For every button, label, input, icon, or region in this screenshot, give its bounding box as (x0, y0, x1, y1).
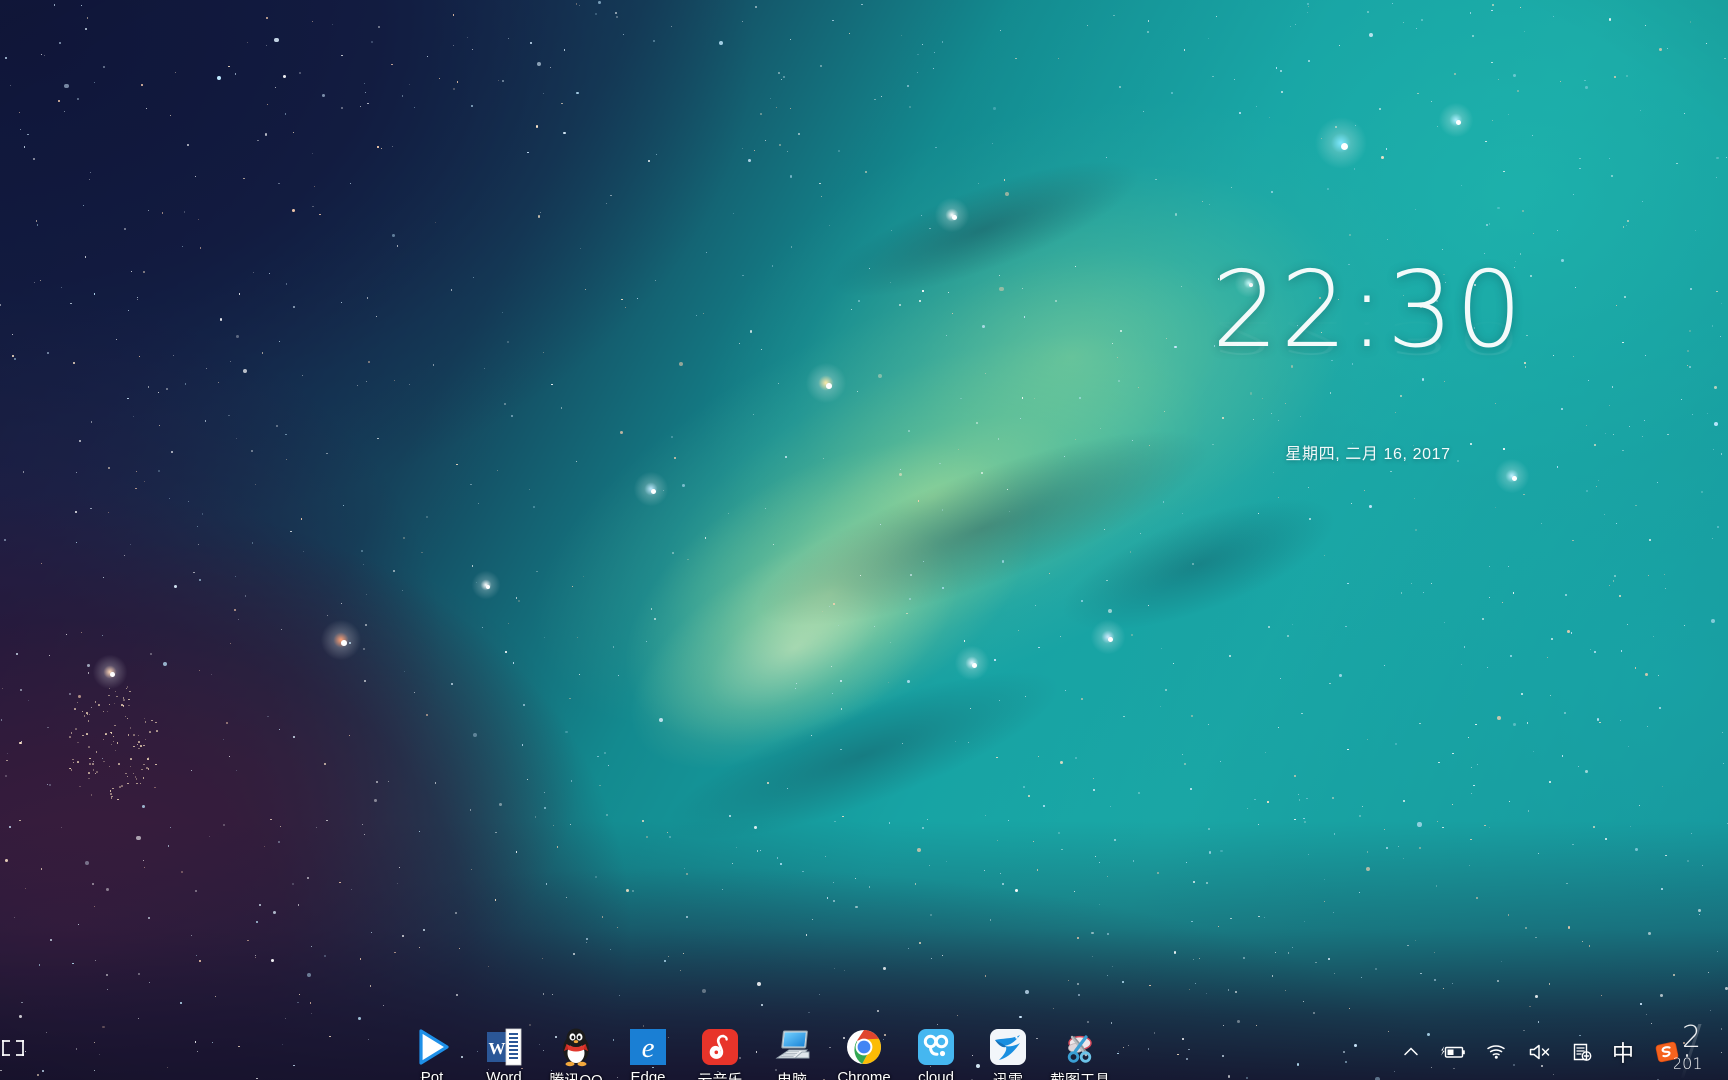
chevron-up-icon (1402, 1043, 1420, 1061)
edge-clock-time: 2 (1682, 1024, 1701, 1055)
battery-button[interactable] (1440, 1043, 1466, 1061)
thunder-xunlei-icon (987, 1026, 1029, 1068)
taskbar-app-label: Word (486, 1069, 522, 1080)
this-pc-computer-icon (771, 1026, 813, 1068)
sogou-input-button[interactable] (1654, 1039, 1680, 1065)
google-chrome-icon (843, 1026, 885, 1068)
show-hidden-icons-button[interactable] (1402, 1043, 1420, 1061)
taskbar-app-电脑[interactable]: 电脑 (768, 1024, 816, 1080)
svg-text:W: W (489, 1039, 506, 1058)
sogou-pinyin-icon (1654, 1039, 1680, 1065)
show-desktop-button[interactable] (1720, 1024, 1728, 1080)
taskbar-app-label: Edge (630, 1069, 665, 1080)
taskbar-app-label: Chrome (837, 1069, 890, 1080)
taskbar-resize-handle-icon[interactable] (2, 1040, 24, 1056)
wifi-icon (1486, 1043, 1508, 1061)
clock-date: 星期四, 二月 16, 2017 (1198, 440, 1538, 464)
taskbar-app-label: 截图工具 (1050, 1069, 1110, 1080)
microsoft-edge-icon: e (627, 1026, 669, 1068)
taskbar-app-截图工具[interactable]: 截图工具 (1056, 1024, 1104, 1080)
taskbar-app-label: 电脑 (777, 1069, 807, 1080)
system-tray[interactable]: 中 2 201 (1402, 1024, 1680, 1080)
netease-cloud-music-icon (699, 1026, 741, 1068)
tencent-qq-penguin-icon (555, 1026, 597, 1068)
taskbar-app-腾讯QQ[interactable]: 腾讯QQ (552, 1024, 600, 1080)
taskbar-app-cloud[interactable]: cloud (912, 1024, 960, 1080)
clock-time: 22:30 (1198, 258, 1538, 363)
volume-button[interactable] (1528, 1043, 1552, 1061)
taskbar-pinned-apps[interactable]: Pot W Word (408, 1024, 1104, 1080)
taskbar-app-label: Pot (421, 1069, 444, 1080)
taskbar-app-label: 腾讯QQ (549, 1069, 602, 1080)
taskbar-app-迅雷[interactable]: 迅雷 (984, 1024, 1032, 1080)
taskbar-app-label: cloud (918, 1069, 954, 1080)
desktop[interactable]: 22:30 22:30 星期四, 二月 16, 2017 Pot W Word (0, 0, 1728, 1080)
ime-chinese-icon: 中 (1612, 1036, 1634, 1068)
desktop-clock-widget[interactable]: 22:30 22:30 星期四, 二月 16, 2017 (1198, 258, 1538, 464)
taskbar-app-Word[interactable]: W Word (480, 1024, 528, 1080)
action-center-button[interactable] (1572, 1042, 1592, 1062)
snipping-tool-scissors-icon (1059, 1026, 1101, 1068)
action-center-icon (1572, 1042, 1592, 1062)
starfield (0, 0, 1728, 1080)
taskbar-app-Edge[interactable]: e Edge (624, 1024, 672, 1080)
taskbar-app-label: 云音乐 (697, 1069, 742, 1080)
microsoft-word-icon: W (483, 1026, 525, 1068)
taskbar-app-云音乐[interactable]: 云音乐 (696, 1024, 744, 1080)
svg-text:e: e (642, 1032, 655, 1064)
edge-clock-overlay: 2 201 (1674, 1024, 1726, 1078)
speaker-muted-icon (1528, 1043, 1552, 1061)
pot-player-icon (411, 1026, 453, 1068)
taskbar-app-Chrome[interactable]: Chrome (840, 1024, 888, 1080)
taskbar[interactable]: Pot W Word (0, 1024, 1728, 1080)
baidu-cloud-icon (915, 1026, 957, 1068)
taskbar-app-Pot[interactable]: Pot (408, 1024, 456, 1080)
battery-charging-icon (1440, 1043, 1466, 1061)
network-button[interactable] (1486, 1043, 1508, 1061)
taskbar-app-label: 迅雷 (993, 1069, 1023, 1080)
ime-mode-button[interactable]: 中 (1612, 1036, 1634, 1068)
